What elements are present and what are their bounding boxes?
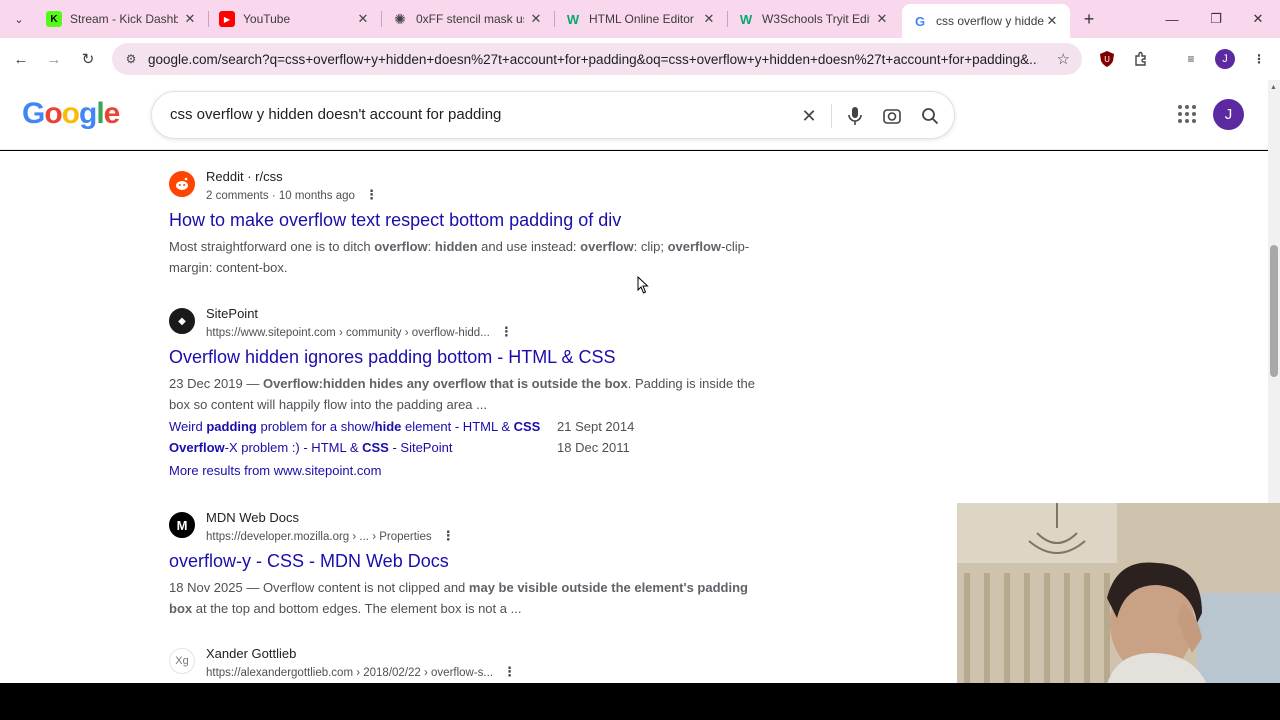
more-options-icon[interactable]: ⋮ <box>442 528 455 543</box>
search-result: ◆ SitePoint https://www.sitepoint.com › … <box>169 306 769 478</box>
search-box: ✕ <box>151 91 955 139</box>
close-icon[interactable]: ✕ <box>355 11 371 27</box>
result-meta: https://alexandergottlieb.com › 2018/02/… <box>206 664 517 679</box>
minimize-icon[interactable]: — <box>1150 0 1194 38</box>
webcam-overlay <box>957 503 1280 684</box>
tab-google-search[interactable]: G css overflow y hidden ✕ <box>902 4 1070 38</box>
sub-result-date: 21 Sept 2014 <box>557 419 635 434</box>
google-apps-icon[interactable] <box>1176 103 1198 125</box>
result-meta: https://developer.mozilla.org › ... › Pr… <box>206 528 455 543</box>
result-source-name: SitePoint <box>206 306 259 321</box>
taskbar-black-bar <box>0 683 1280 720</box>
google-icon: G <box>914 13 926 29</box>
openai-icon: ✺ <box>394 10 406 27</box>
tab-title: YouTube <box>243 12 291 26</box>
tab-title: Stream - Kick Dashbo <box>70 12 178 26</box>
scroll-up-arrow-icon[interactable]: ▲ <box>1270 84 1277 91</box>
sub-result-link[interactable]: Weird padding problem for a show/hide el… <box>169 419 540 434</box>
result-title-link[interactable]: How to make overflow text respect bottom… <box>169 210 769 231</box>
tab-search-icon[interactable]: ⌄ <box>8 8 30 30</box>
media-controls-icon[interactable]: ≡ <box>1181 49 1201 69</box>
reload-icon[interactable]: ↻ <box>76 47 100 71</box>
result-meta: https://www.sitepoint.com › community › … <box>206 324 513 339</box>
result-source-name: Xander Gottlieb <box>206 646 297 661</box>
close-icon[interactable]: ✕ <box>701 11 717 27</box>
w-icon: W <box>739 11 753 27</box>
result-title-link[interactable]: overflow-y - CSS - MDN Web Docs <box>169 551 769 572</box>
close-icon[interactable]: ✕ <box>1044 13 1060 29</box>
google-header: Google ✕ J <box>0 80 1268 150</box>
browser-menu-icon[interactable]: ⋮ <box>1249 49 1269 69</box>
tab-title: HTML Online Editor <box>589 12 694 26</box>
restore-icon[interactable]: ❐ <box>1194 0 1238 38</box>
address-bar[interactable]: ⚙ google.com/search?q=css+overflow+y+hid… <box>112 43 1082 75</box>
tab-title: 0xFF stencil mask usa <box>416 12 524 26</box>
lens-camera-icon[interactable] <box>880 104 904 128</box>
microphone-icon[interactable] <box>843 104 867 128</box>
result-source-name: Reddit · r/css <box>206 169 283 184</box>
mouse-cursor-icon <box>637 276 649 294</box>
tab-w3schools[interactable]: W W3Schools Tryit Edito ✕ <box>728 0 900 38</box>
sub-result-link[interactable]: Overflow-X problem :) - HTML & CSS - Sit… <box>169 440 452 455</box>
close-icon[interactable]: ✕ <box>874 11 890 27</box>
browser-toolbar: ← → ↻ ⚙ google.com/search?q=css+overflow… <box>0 38 1280 80</box>
result-snippet: Most straightforward one is to ditch ove… <box>169 239 750 275</box>
close-icon[interactable]: ✕ <box>528 11 544 27</box>
extensions-puzzle-icon[interactable] <box>1131 49 1151 69</box>
sub-result-row[interactable]: Overflow-X problem :) - HTML & CSS - Sit… <box>169 440 769 461</box>
account-avatar[interactable]: J <box>1213 99 1244 130</box>
sub-result-date: 18 Dec 2011 <box>557 440 630 455</box>
search-result: Xg Xander Gottlieb https://alexandergott… <box>169 646 769 682</box>
svg-text:U: U <box>1104 55 1110 64</box>
profile-avatar[interactable]: J <box>1215 49 1235 69</box>
tab-strip: ⌄ K Stream - Kick Dashbo ✕ ▶ YouTube ✕ ✺… <box>0 0 1280 38</box>
forward-icon[interactable]: → <box>42 47 66 71</box>
tab-chatgpt[interactable]: ✺ 0xFF stencil mask usa ✕ <box>382 0 554 38</box>
tab-kick[interactable]: K Stream - Kick Dashbo ✕ <box>36 0 208 38</box>
search-result: Reddit · r/css 2 comments · 10 months ag… <box>169 169 769 278</box>
sub-result-row[interactable]: Weird padding problem for a show/hide el… <box>169 419 769 440</box>
more-options-icon[interactable]: ⋮ <box>503 664 516 679</box>
xg-icon: Xg <box>169 648 195 674</box>
result-source-name: MDN Web Docs <box>206 510 299 525</box>
close-window-icon[interactable]: ✕ <box>1236 0 1280 38</box>
more-options-icon[interactable]: ⋮ <box>365 187 378 202</box>
url-text[interactable]: google.com/search?q=css+overflow+y+hidde… <box>148 52 1038 67</box>
tab-html-editor[interactable]: W HTML Online Editor ✕ <box>555 0 727 38</box>
w-icon: W <box>566 11 580 27</box>
result-meta: 2 comments · 10 months ago ⋮ <box>206 187 378 202</box>
scroll-thumb[interactable] <box>1270 245 1278 377</box>
back-icon[interactable]: ← <box>9 47 33 71</box>
tab-title: W3Schools Tryit Edito <box>762 12 870 26</box>
bookmark-star-icon[interactable]: ☆ <box>1057 50 1070 68</box>
result-snippet: 18 Nov 2025 — Overflow content is not cl… <box>169 580 748 616</box>
reddit-icon <box>169 171 195 197</box>
ublock-icon[interactable]: U <box>1097 49 1117 69</box>
mdn-icon: M <box>169 512 195 538</box>
google-logo[interactable]: Google <box>22 97 120 131</box>
site-info-icon[interactable]: ⚙ <box>122 52 140 66</box>
search-result: M MDN Web Docs https://developer.mozilla… <box>169 510 769 619</box>
tab-youtube[interactable]: ▶ YouTube ✕ <box>209 0 381 38</box>
sitepoint-icon: ◆ <box>169 308 195 334</box>
new-tab-icon[interactable]: + <box>1078 8 1100 30</box>
kick-icon: K <box>46 11 62 27</box>
result-snippet: 23 Dec 2019 — Overflow:hidden hides any … <box>169 376 755 412</box>
more-results-link[interactable]: More results from www.sitepoint.com <box>169 463 769 478</box>
tab-title: css overflow y hidden <box>936 14 1044 28</box>
search-icon[interactable] <box>918 104 942 128</box>
clear-icon[interactable]: ✕ <box>797 104 821 128</box>
result-title-link[interactable]: Overflow hidden ignores padding bottom -… <box>169 347 769 368</box>
close-icon[interactable]: ✕ <box>182 11 198 27</box>
more-options-icon[interactable]: ⋮ <box>500 324 513 339</box>
search-input[interactable] <box>170 106 770 123</box>
youtube-icon: ▶ <box>219 11 235 27</box>
